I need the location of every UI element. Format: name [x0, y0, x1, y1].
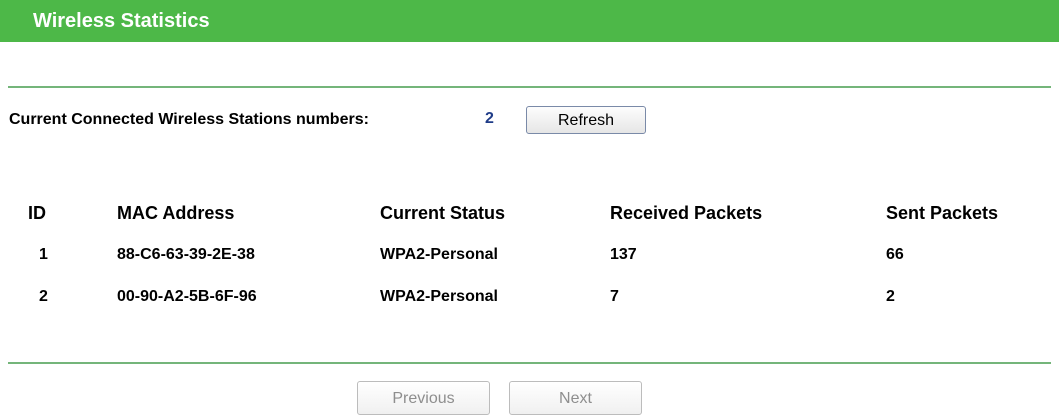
- row-received-cell: 7: [610, 288, 619, 305]
- page-title: Wireless Statistics: [33, 10, 210, 32]
- column-header-id: ID: [28, 203, 46, 223]
- row-status-cell: WPA2-Personal: [380, 246, 498, 263]
- station-count-value: 2: [485, 110, 494, 127]
- column-header-sent-packets: Sent Packets: [886, 203, 999, 223]
- title-bar: Wireless Statistics: [0, 0, 1059, 42]
- row-mac-cell: 00-90-A2-5B-6F-96: [117, 288, 257, 305]
- row-received-cell: 137: [610, 246, 637, 263]
- row-sent-cell: 2: [886, 288, 895, 305]
- row-mac-cell: 88-C6-63-39-2E-38: [117, 246, 255, 263]
- next-button[interactable]: Next: [509, 381, 642, 415]
- top-divider: [8, 86, 1051, 88]
- station-count-label: Current Connected Wireless Stations numb…: [9, 111, 369, 128]
- column-header-received-packets: Received Packets: [610, 203, 763, 223]
- row-status-cell: WPA2-Personal: [380, 288, 498, 305]
- row-sent-cell: 66: [886, 246, 904, 263]
- column-header-current-status: Current Status: [380, 203, 506, 223]
- column-header-mac-address: MAC Address: [117, 203, 235, 223]
- bottom-divider: [8, 362, 1051, 364]
- refresh-button[interactable]: Refresh: [526, 106, 646, 134]
- previous-button[interactable]: Previous: [357, 381, 490, 415]
- row-id-cell: 2: [39, 288, 48, 305]
- row-id-cell: 1: [39, 246, 48, 263]
